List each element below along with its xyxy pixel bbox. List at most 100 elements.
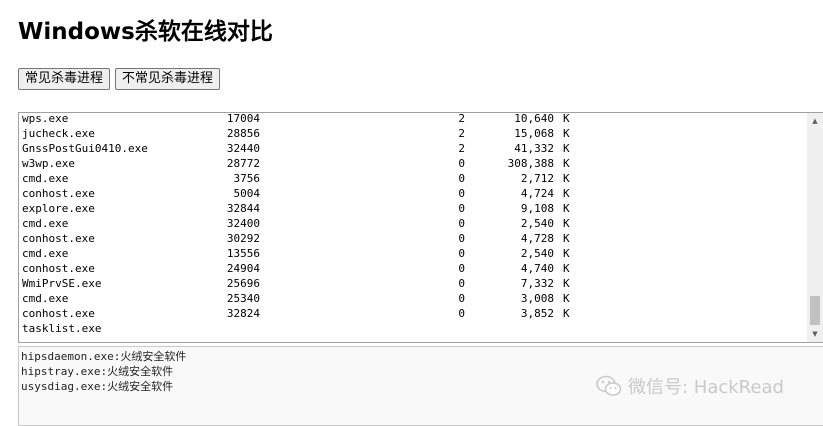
uncommon-av-button[interactable]: 不常见杀毒进程 xyxy=(115,68,221,90)
av-product-name: 火绒安全软件 xyxy=(107,380,174,393)
av-process-name: hipstray.exe xyxy=(21,365,101,378)
process-session: 0 xyxy=(458,232,465,245)
process-session: 0 xyxy=(458,202,465,215)
process-memory-unit: K xyxy=(563,157,570,170)
process-row: WmiPrvSE.exe 25696 0 7,332 K xyxy=(22,276,806,291)
process-memory-unit: K xyxy=(563,307,570,320)
process-memory: 3,008 xyxy=(520,292,554,305)
process-name: conhost.exe xyxy=(22,232,95,245)
process-session: 2 xyxy=(458,142,465,155)
watermark: 微信号: HackRead xyxy=(596,373,784,399)
process-list-textarea[interactable]: wps.exe 17004 2 10,640 Kjucheck.exe 28856 2 15,… xyxy=(18,112,823,343)
process-session: 0 xyxy=(458,172,465,185)
process-memory-unit: K xyxy=(563,247,570,260)
process-name: wps.exe xyxy=(22,112,69,125)
process-memory: 2,540 xyxy=(520,217,554,230)
scroll-down-icon[interactable]: ▼ xyxy=(807,326,823,342)
process-memory-unit: K xyxy=(563,172,570,185)
process-row: conhost.exe 24904 0 4,740 K xyxy=(22,261,806,276)
process-row: conhost.exe 32824 0 3,852 K xyxy=(22,306,806,321)
process-memory: 10,640 xyxy=(514,112,554,125)
process-row: GnssPostGui0410.exe 32440 2 41,332 K xyxy=(22,141,806,156)
process-memory-unit: K xyxy=(563,202,570,215)
vertical-scrollbar[interactable]: ▲ ▼ xyxy=(807,113,823,342)
process-memory-unit: K xyxy=(563,142,570,155)
process-row: conhost.exe 30292 0 4,728 K xyxy=(22,231,806,246)
process-row: jucheck.exe 28856 2 15,068 K xyxy=(22,126,806,141)
process-memory: 2,712 xyxy=(520,172,554,185)
process-name: cmd.exe xyxy=(22,217,69,230)
process-row: w3wp.exe 28772 0 308,388 K xyxy=(22,156,806,171)
process-session: 0 xyxy=(458,292,465,305)
process-memory: 7,332 xyxy=(520,277,554,290)
av-result-row: usysdiag.exe:火绒安全软件 xyxy=(21,379,186,394)
process-pid: 28772 xyxy=(226,157,260,170)
process-memory-unit: K xyxy=(563,127,570,140)
process-name: jucheck.exe xyxy=(22,127,95,140)
process-memory: 2,540 xyxy=(520,247,554,260)
process-name: explore.exe xyxy=(22,202,95,215)
process-pid: 32824 xyxy=(226,307,260,320)
process-row: cmd.exe 13556 0 2,540 K xyxy=(22,246,806,261)
av-process-name: hipsdaemon.exe xyxy=(21,350,114,363)
av-product-name: 火绒安全软件 xyxy=(120,350,187,363)
process-pid: 3756 xyxy=(233,172,261,185)
process-name: cmd.exe xyxy=(22,172,69,185)
process-pid: 32440 xyxy=(226,142,260,155)
process-memory: 9,108 xyxy=(520,202,554,215)
process-row: cmd.exe 3756 0 2,712 K xyxy=(22,171,806,186)
process-memory: 308,388 xyxy=(507,157,554,170)
av-result-row: hipsdaemon.exe:火绒安全软件 xyxy=(21,349,186,364)
process-row: cmd.exe 32400 0 2,540 K xyxy=(22,216,806,231)
av-result-row: hipstray.exe:火绒安全软件 xyxy=(21,364,186,379)
av-product-name: 火绒安全软件 xyxy=(107,365,174,378)
process-name: tasklist.exe xyxy=(22,322,102,335)
process-memory-unit: K xyxy=(563,262,570,275)
process-memory: 15,068 xyxy=(514,127,554,140)
process-name: cmd.exe xyxy=(22,247,69,260)
process-pid: 25340 xyxy=(226,292,260,305)
process-memory: 4,740 xyxy=(520,262,554,275)
process-pid: 5004 xyxy=(233,187,261,200)
process-name: cmd.exe xyxy=(22,292,69,305)
process-pid: 25696 xyxy=(226,277,260,290)
process-row: explore.exe 32844 0 9,108 K xyxy=(22,201,806,216)
scroll-up-icon[interactable]: ▲ xyxy=(807,113,823,129)
process-pid: 17004 xyxy=(226,112,260,125)
process-session: 0 xyxy=(458,187,465,200)
scrollbar-thumb[interactable] xyxy=(810,296,820,325)
process-row: tasklist.exe xyxy=(22,321,806,336)
process-session: 2 xyxy=(458,112,465,125)
process-name: conhost.exe xyxy=(22,307,95,320)
process-memory-unit: K xyxy=(563,292,570,305)
process-session: 2 xyxy=(458,127,465,140)
page-title: Windows杀软在线对比 xyxy=(18,19,273,45)
process-pid: 28856 xyxy=(226,127,260,140)
process-memory-unit: K xyxy=(563,187,570,200)
av-result-rows: hipsdaemon.exe:火绒安全软件 hipstray.exe:火绒安全软件… xyxy=(21,349,186,394)
process-name: GnssPostGui0410.exe xyxy=(22,142,148,155)
process-name: w3wp.exe xyxy=(22,157,75,170)
common-av-button[interactable]: 常见杀毒进程 xyxy=(18,68,111,90)
process-session: 0 xyxy=(458,262,465,275)
process-memory: 4,724 xyxy=(520,187,554,200)
process-session: 0 xyxy=(458,217,465,230)
process-pid: 24904 xyxy=(226,262,260,275)
process-rows: wps.exe 17004 2 10,640 Kjucheck.exe 28856 2 15,… xyxy=(22,112,806,336)
process-memory-unit: K xyxy=(563,112,570,125)
process-name: conhost.exe xyxy=(22,262,95,275)
watermark-text: 微信号: HackRead xyxy=(628,377,784,398)
process-memory-unit: K xyxy=(563,232,570,245)
process-session: 0 xyxy=(458,247,465,260)
process-pid: 32844 xyxy=(226,202,260,215)
process-memory: 4,728 xyxy=(520,232,554,245)
wechat-icon xyxy=(596,375,622,396)
process-memory: 3,852 xyxy=(520,307,554,320)
process-row: cmd.exe 25340 0 3,008 K xyxy=(22,291,806,306)
process-name: WmiPrvSE.exe xyxy=(22,277,102,290)
process-pid: 13556 xyxy=(226,247,260,260)
button-row: 常见杀毒进程 不常见杀毒进程 xyxy=(18,68,221,90)
process-session: 0 xyxy=(458,157,465,170)
av-process-name: usysdiag.exe xyxy=(21,380,101,393)
process-session: 0 xyxy=(458,277,465,290)
